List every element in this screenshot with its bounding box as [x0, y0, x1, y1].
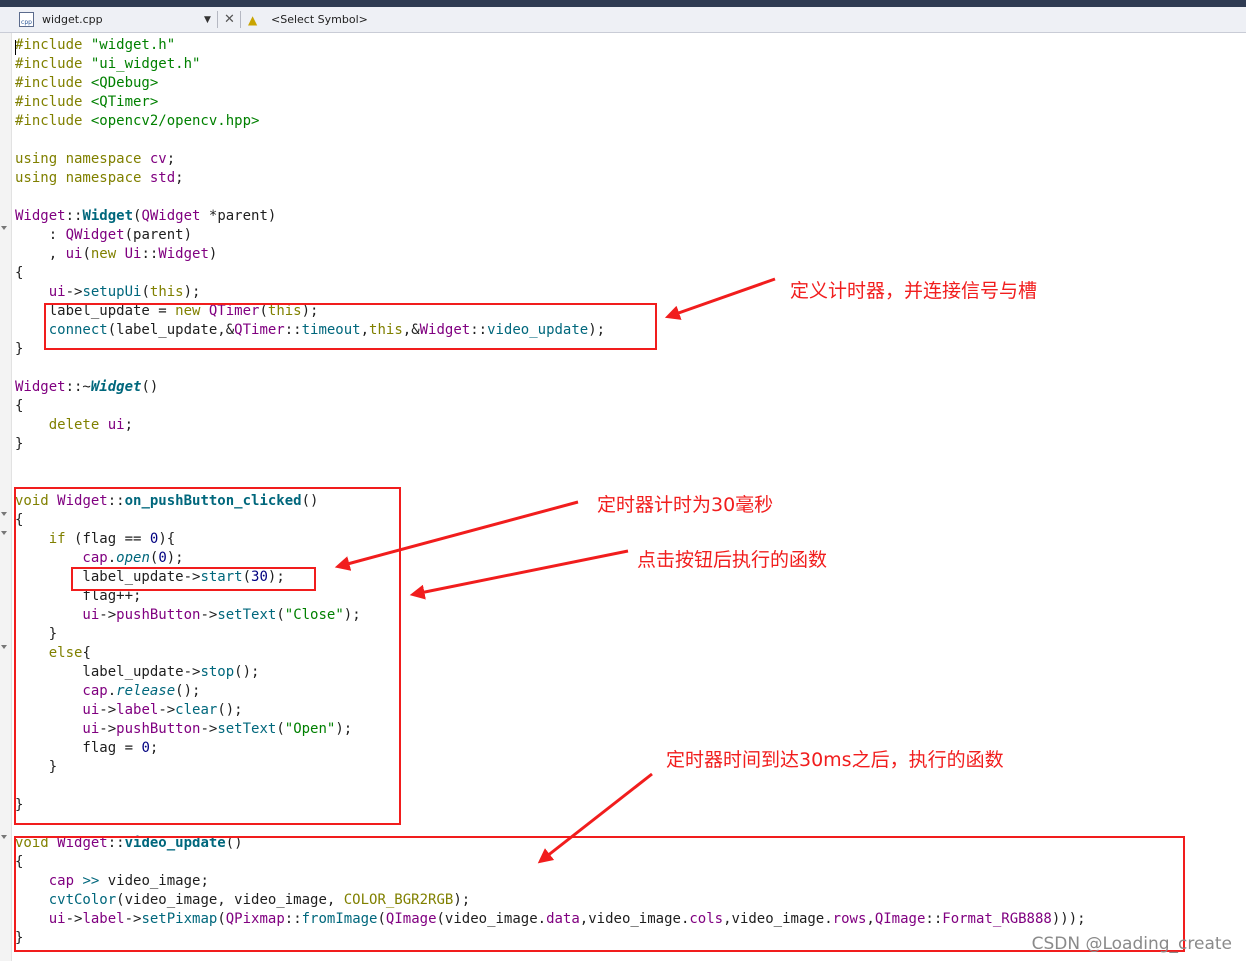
annotation-timeout-func: 定时器时间到达30ms之后，执行的函数 [666, 749, 1004, 771]
annotation-button-func: 点击按钮后执行的函数 [637, 549, 828, 571]
arrow-to-video-update [537, 772, 653, 864]
annotation-timer-define: 定义计时器，并连接信号与槽 [790, 280, 1038, 302]
arrow-to-button-function [409, 549, 629, 600]
arrow-to-start-call [334, 500, 579, 571]
arrow-to-timer-setup [664, 277, 776, 320]
annotation-arrows [334, 277, 776, 864]
annotation-timer-30ms: 定时器计时为30毫秒 [597, 494, 774, 516]
csdn-watermark: CSDN @Loading_create [1031, 934, 1232, 954]
